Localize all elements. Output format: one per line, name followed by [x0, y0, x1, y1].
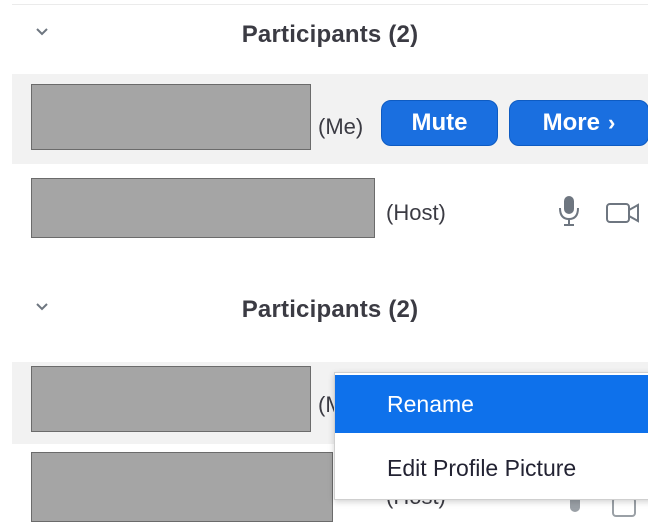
participant-context-menu: Rename Edit Profile Picture	[334, 372, 648, 500]
menu-item-rename[interactable]: Rename	[335, 375, 648, 433]
microphone-icon[interactable]	[558, 194, 580, 228]
participant-row-me[interactable]: (Me) Mute More ›	[12, 74, 648, 164]
participant-row-host[interactable]: (Host)	[12, 164, 648, 254]
participants-title: Participants (2)	[241, 21, 419, 48]
participants-header[interactable]: Participants (2)	[12, 4, 648, 65]
redacted-name	[31, 84, 311, 150]
mute-button-label: Mute	[411, 109, 468, 136]
redacted-name	[31, 178, 375, 238]
mute-button[interactable]: Mute	[381, 100, 498, 146]
participants-header[interactable]: Participants (2)	[12, 280, 648, 340]
menu-item-label: Edit Profile Picture	[387, 454, 577, 481]
redacted-name	[31, 452, 333, 522]
redacted-name	[31, 366, 311, 432]
menu-item-label: Rename	[387, 390, 474, 417]
participant-tag-host: (Host)	[386, 200, 446, 225]
menu-item-edit-profile-picture[interactable]: Edit Profile Picture	[335, 439, 648, 497]
video-camera-icon[interactable]	[606, 202, 640, 224]
participants-panel-top: Participants (2) (Me) Mute More › (Host)	[0, 0, 648, 264]
participant-tag-me: (Me)	[318, 114, 364, 139]
chevron-right-icon: ›	[608, 110, 616, 135]
more-button-label: More	[542, 109, 600, 136]
more-button[interactable]: More ›	[509, 100, 648, 146]
participants-title: Participants (2)	[241, 296, 419, 323]
